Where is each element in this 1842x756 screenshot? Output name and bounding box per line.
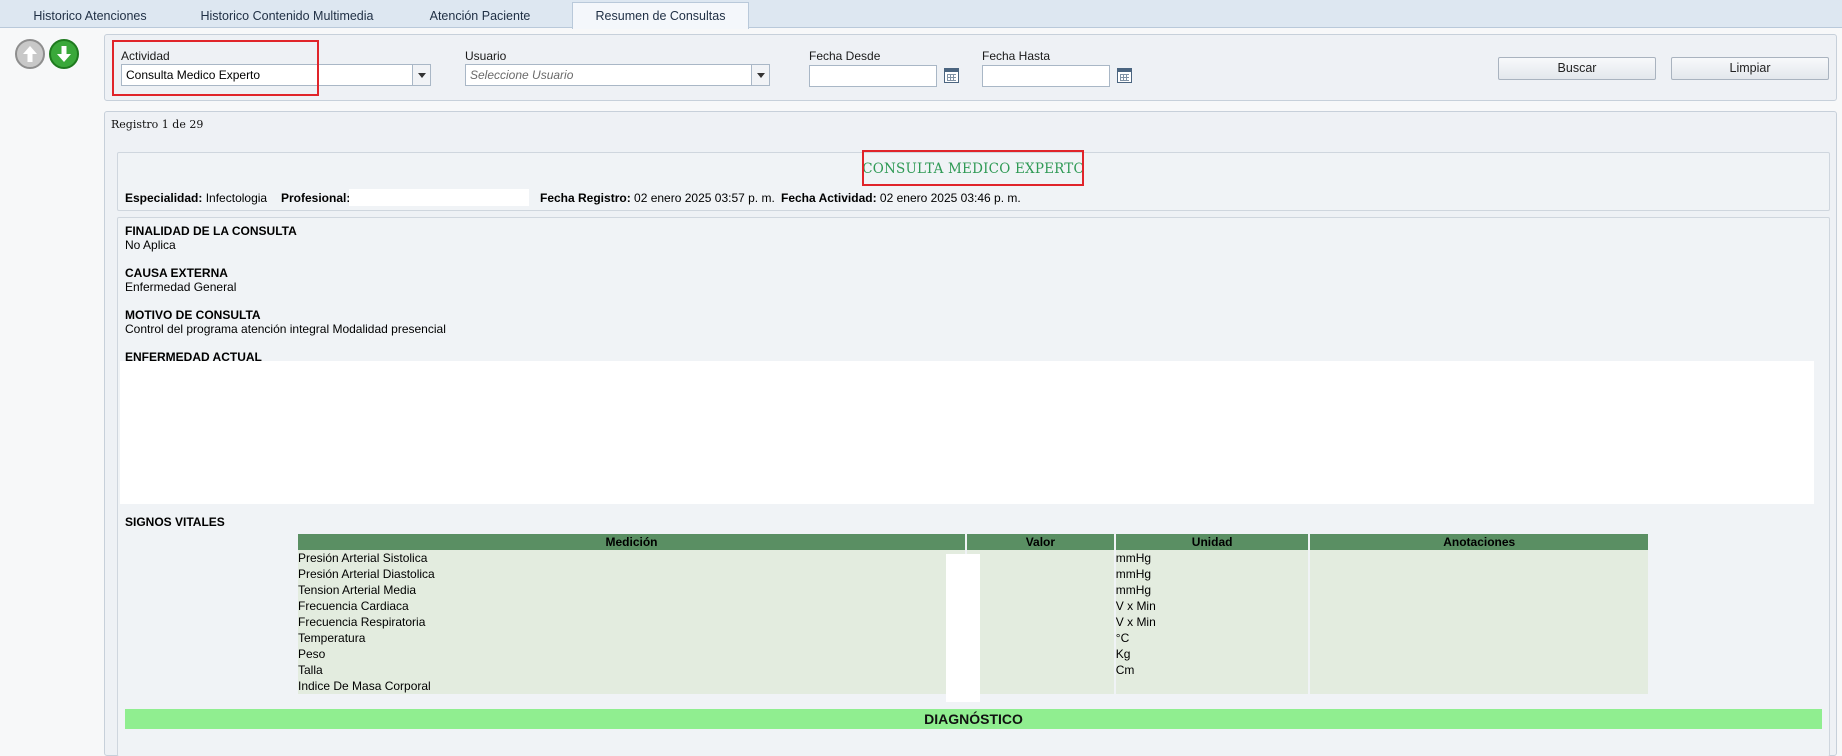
profesional-meta: Profesional:	[281, 191, 350, 205]
anotaciones-cell	[1310, 662, 1648, 678]
anotaciones-cell	[1310, 582, 1648, 598]
medicion-cell: Peso	[298, 646, 965, 662]
finalidad-value: No Aplica	[125, 238, 176, 252]
causa-value: Enfermedad General	[125, 280, 237, 294]
valor-column-blank	[946, 554, 980, 702]
unidad-cell: mmHg	[1115, 566, 1309, 582]
signos-title: SIGNOS VITALES	[125, 515, 225, 529]
anotaciones-cell	[1310, 566, 1648, 582]
usuario-label: Usuario	[465, 49, 507, 63]
unidad-cell: °C	[1115, 630, 1309, 646]
usuario-placeholder: Seleccione Usuario	[470, 68, 574, 82]
medicion-cell: Talla	[298, 662, 965, 678]
medicion-cell: Presión Arterial Diastolica	[298, 566, 965, 582]
valor-cell	[967, 550, 1114, 566]
anotaciones-cell	[1310, 550, 1648, 566]
col-anotaciones: Anotaciones	[1310, 534, 1648, 550]
results-panel: Registro 1 de 29 CONSULTA MEDICO EXPERTO…	[104, 111, 1837, 756]
anotaciones-cell	[1310, 598, 1648, 614]
tab-historico-atenciones[interactable]: Historico Atenciones	[10, 4, 170, 28]
tab-atencion-paciente[interactable]: Atención Paciente	[405, 4, 555, 28]
causa-title: CAUSA EXTERNA	[125, 266, 228, 280]
especialidad-value: Infectologia	[205, 191, 268, 205]
diagnostico-header: DIAGNÓSTICO	[125, 709, 1822, 729]
buscar-button[interactable]: Buscar	[1498, 57, 1656, 80]
chevron-down-icon[interactable]	[751, 65, 769, 85]
especialidad-label: Especialidad:	[125, 191, 203, 205]
anotaciones-cell	[1310, 630, 1648, 646]
chevron-down-icon[interactable]	[412, 65, 430, 85]
unidad-cell	[1115, 678, 1309, 694]
unidad-cell: V x Min	[1115, 598, 1309, 614]
col-medicion: Medición	[298, 534, 965, 550]
motivo-title: MOTIVO DE CONSULTA	[125, 308, 261, 322]
tab-resumen-consultas[interactable]: Resumen de Consultas	[572, 2, 749, 29]
fecha-hasta-input[interactable]	[982, 65, 1110, 87]
fecha-registro-meta: Fecha Registro: 02 enero 2025 03:57 p. m…	[540, 191, 775, 205]
table-header-row: Medición Valor Unidad Anotaciones	[298, 534, 1648, 550]
highlight-box-actividad	[112, 40, 319, 96]
unidad-cell: Cm	[1115, 662, 1309, 678]
fecha-desde-label: Fecha Desde	[809, 49, 881, 63]
medicion-cell: Indice De Masa Corporal	[298, 678, 965, 694]
arrow-up-icon[interactable]	[15, 39, 45, 69]
medicion-cell: Temperatura	[298, 630, 965, 646]
profesional-value	[349, 189, 529, 206]
consulta-body: FINALIDAD DE LA CONSULTA No Aplica CAUSA…	[117, 217, 1830, 756]
especialidad-meta: Especialidad: Infectologia	[125, 191, 267, 205]
tab-historico-contenido-multimedia[interactable]: Historico Contenido Multimedia	[182, 4, 392, 28]
fecha-actividad-value: 02 enero 2025 03:46 p. m.	[879, 191, 1021, 205]
valor-cell	[967, 646, 1114, 662]
highlight-box-title	[862, 150, 1084, 186]
fecha-registro-label: Fecha Registro:	[540, 191, 631, 205]
fecha-desde-input[interactable]	[809, 65, 937, 87]
fecha-actividad-label: Fecha Actividad:	[781, 191, 877, 205]
unidad-cell: Kg	[1115, 646, 1309, 662]
valor-cell	[967, 678, 1114, 694]
valor-cell	[967, 598, 1114, 614]
unidad-cell: mmHg	[1115, 550, 1309, 566]
fecha-hasta-label: Fecha Hasta	[982, 49, 1051, 63]
col-unidad: Unidad	[1115, 534, 1309, 550]
valor-cell	[967, 566, 1114, 582]
anotaciones-cell	[1310, 646, 1648, 662]
medicion-cell: Frecuencia Respiratoria	[298, 614, 965, 630]
valor-cell	[967, 614, 1114, 630]
valor-cell	[967, 662, 1114, 678]
consulta-header: CONSULTA MEDICO EXPERTO Especialidad: In…	[117, 150, 1830, 211]
usuario-select[interactable]: Seleccione Usuario	[465, 64, 770, 86]
anotaciones-cell	[1310, 614, 1648, 630]
valor-cell	[967, 630, 1114, 646]
medicion-cell: Frecuencia Cardiaca	[298, 598, 965, 614]
anotaciones-cell	[1310, 678, 1648, 694]
calendar-icon[interactable]	[1117, 68, 1132, 83]
col-valor: Valor	[967, 534, 1114, 550]
valor-cell	[967, 582, 1114, 598]
tab-bar: Historico Atenciones Historico Contenido…	[0, 0, 1842, 29]
motivo-value: Control del programa atención integral M…	[125, 322, 446, 336]
unidad-cell: V x Min	[1115, 614, 1309, 630]
calendar-icon[interactable]	[944, 68, 959, 83]
fecha-registro-value: 02 enero 2025 03:57 p. m.	[634, 191, 775, 205]
fecha-actividad-meta: Fecha Actividad: 02 enero 2025 03:46 p. …	[781, 191, 1021, 205]
medicion-cell: Tension Arterial Media	[298, 582, 965, 598]
profesional-label: Profesional:	[281, 191, 351, 205]
filter-panel: Actividad Consulta Medico Experto Usuari…	[104, 34, 1837, 101]
finalidad-title: FINALIDAD DE LA CONSULTA	[125, 224, 297, 238]
arrow-down-icon[interactable]	[49, 39, 79, 69]
unidad-cell: mmHg	[1115, 582, 1309, 598]
record-count: Registro 1 de 29	[111, 118, 204, 131]
medicion-cell: Presión Arterial Sistolica	[298, 550, 965, 566]
limpiar-button[interactable]: Limpiar	[1671, 57, 1829, 80]
enfermedad-actual-area	[120, 361, 1814, 504]
